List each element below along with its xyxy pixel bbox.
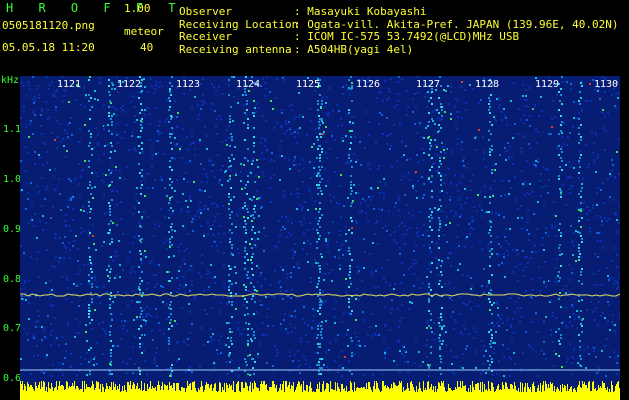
- filename-label: 0505181120.png: [2, 19, 95, 32]
- minute-label-1130: 1130: [594, 79, 619, 90]
- minute-label-1125: 1125: [296, 79, 321, 90]
- info-value-antenna: : A504HB(yagi 4el): [294, 43, 414, 56]
- axis-tick-1.0: 1.0: [3, 174, 22, 185]
- minute-label-1126: 1126: [356, 79, 381, 90]
- axis-tick-0.8: 0.8: [3, 274, 22, 285]
- minute-label-1123: 1123: [176, 79, 201, 90]
- brand-title: H R O F F T: [6, 1, 185, 15]
- axis-tick-1.1: 1.1: [3, 124, 22, 135]
- axis-tick-0.7: 0.7: [3, 323, 22, 334]
- spectrogram-plot: [20, 76, 620, 400]
- info-label-receiver: Receiver: [179, 30, 232, 43]
- meteor-count: 40: [140, 41, 154, 54]
- datetime-label: 05.05.18 11:20: [2, 41, 95, 54]
- minute-label-1129: 1129: [535, 79, 560, 90]
- minute-label-1127: 1127: [416, 79, 441, 90]
- info-label-location: Receiving Location: [179, 18, 299, 31]
- info-label-observer: Observer: [179, 5, 232, 18]
- info-value-observer: : Masayuki Kobayashi: [294, 5, 427, 18]
- header-panel: H R O F F T 1.00 0505181120.png meteor 0…: [0, 0, 629, 74]
- axis-tick-0.6: 0.6: [3, 373, 22, 384]
- info-value-location: : Ogata-vill. Akita-Pref. JAPAN (139.96E…: [294, 18, 619, 31]
- minute-label-1121: 1121: [57, 79, 82, 90]
- minute-label-1128: 1128: [475, 79, 500, 90]
- info-value-receiver: : ICOM IC-575 53.7492(@LCD)MHz USB: [294, 30, 520, 43]
- axis-unit-label: kHz: [1, 75, 20, 86]
- info-label-antenna: Receiving antenna: [179, 43, 292, 56]
- axis-tick-0.9: 0.9: [3, 224, 22, 235]
- minute-label-1122: 1122: [117, 79, 142, 90]
- minute-label-1124: 1124: [236, 79, 261, 90]
- meteor-label: meteor: [124, 25, 164, 38]
- version-label: 1.00: [124, 2, 151, 15]
